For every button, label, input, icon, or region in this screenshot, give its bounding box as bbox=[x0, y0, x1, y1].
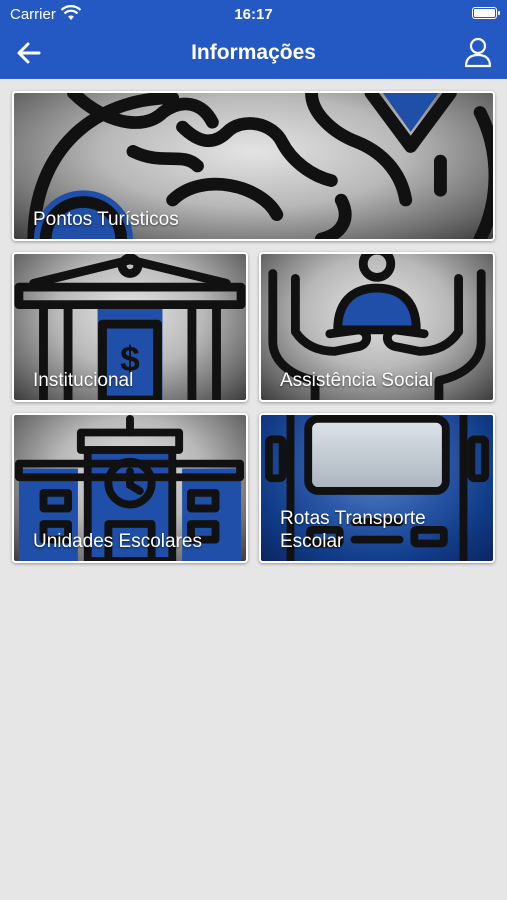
tile-label: Institucional bbox=[33, 370, 134, 391]
tile-unidades-escolares[interactable]: Unidades Escolares bbox=[12, 413, 248, 563]
user-icon[interactable] bbox=[463, 36, 493, 68]
battery-icon bbox=[472, 7, 500, 19]
navigation-bar: Informações bbox=[0, 28, 507, 79]
tile-institucional[interactable]: $ Institucional bbox=[12, 252, 248, 402]
app-header: Carrier 16:17 Informações bbox=[0, 0, 507, 79]
tile-assistencia-social[interactable]: Assistência Social bbox=[259, 252, 495, 402]
tile-label: Unidades Escolares bbox=[33, 531, 202, 552]
status-bar: Carrier 16:17 bbox=[0, 0, 507, 28]
page-title: Informações bbox=[191, 41, 316, 64]
tile-pontos-turisticos[interactable]: Pontos Turísticos bbox=[12, 91, 495, 241]
tile-label: Assistência Social bbox=[280, 370, 434, 391]
clock: 16:17 bbox=[234, 6, 273, 23]
tile-label: Pontos Turísticos bbox=[33, 209, 179, 230]
tile-rotas-transporte-escolar[interactable]: Rotas Transporte Escolar bbox=[259, 413, 495, 563]
tile-label: Rotas Transporte Escolar bbox=[280, 508, 426, 552]
